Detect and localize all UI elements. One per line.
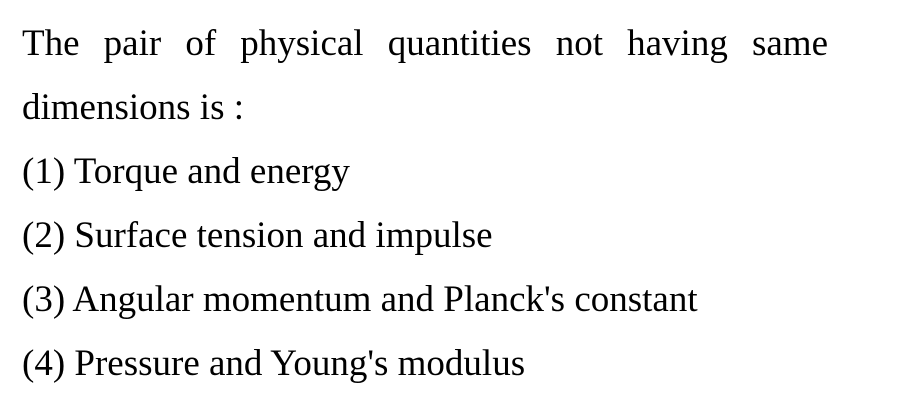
option-4: (4) Pressure and Young's modulus [22, 343, 526, 384]
option-3: (3) Angular momentum and Planck's consta… [22, 279, 698, 320]
option-2: (2) Surface tension and impulse [22, 215, 493, 256]
options-list: (1) Torque and energy (2) Surface tensio… [22, 140, 828, 396]
question-block: The pair of physical quantities not havi… [22, 12, 828, 396]
question-stem: The pair of physical quantities not havi… [22, 23, 828, 128]
option-1: (1) Torque and energy [22, 151, 350, 192]
